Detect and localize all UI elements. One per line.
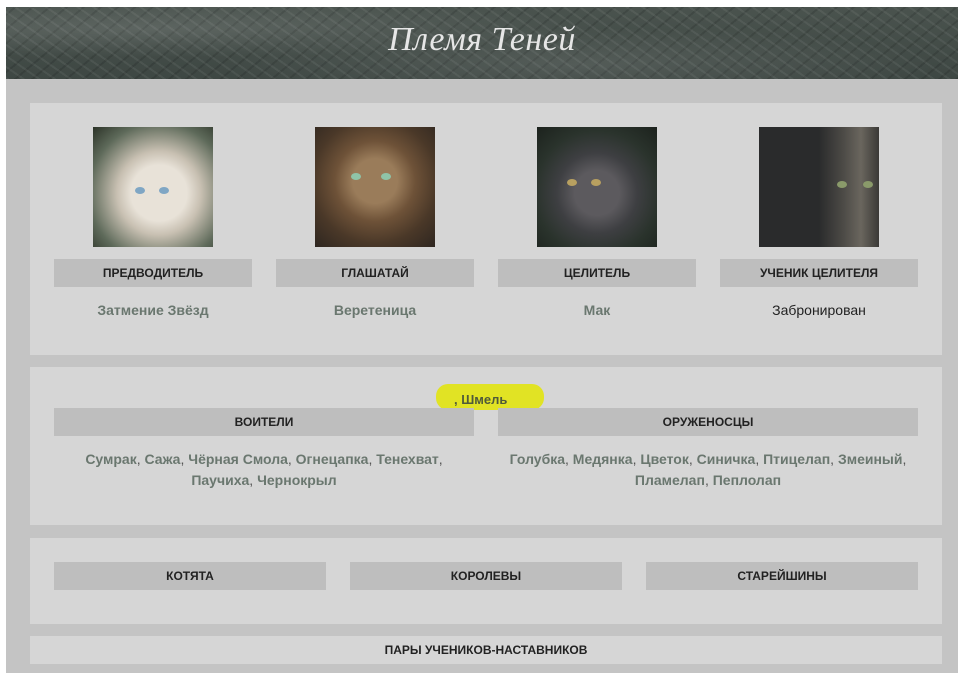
- warrior-link[interactable]: Тенехват: [376, 451, 439, 467]
- warrior-link[interactable]: Сажа: [145, 451, 181, 467]
- apprentice-link[interactable]: Цветок: [640, 451, 688, 467]
- pairs-panel: Пары учеников-наставников: [30, 636, 942, 664]
- apprentice-link[interactable]: Голубка: [510, 451, 565, 467]
- groups-panel: Котята Королевы Старейшины: [30, 538, 942, 624]
- warriors-list: Сумрак, Сажа, Чёрная Смола, Огнецапка, Т…: [85, 451, 443, 488]
- apprentice-link[interactable]: Синичка: [697, 451, 756, 467]
- apprentice-link[interactable]: Пеплолап: [713, 472, 781, 488]
- apprentices-list: Голубка, Медянка, Цветок, Синичка, Птице…: [509, 451, 907, 488]
- clan-header: Племя Теней: [6, 7, 958, 79]
- warriors-heading: Воители: [54, 408, 474, 436]
- bengal-cat-photo: [315, 127, 435, 247]
- kits-heading: Котята: [54, 562, 326, 590]
- role-label: Глашатай: [276, 259, 474, 287]
- apprentice-link[interactable]: Пламелап: [635, 472, 705, 488]
- apprentice-link[interactable]: Медянка: [573, 451, 633, 467]
- leaders-panel: Предводитель Затмение Звёзд Глашатай Вер…: [30, 103, 942, 355]
- page-frame: Племя Теней Предводитель Затмение Звёзд …: [6, 7, 958, 673]
- role-holder-link[interactable]: Мак: [498, 302, 696, 318]
- role-holder-link[interactable]: Затмение Звёзд: [54, 302, 252, 318]
- role-holder-link[interactable]: Веретеница: [276, 302, 474, 318]
- warrior-link[interactable]: Сумрак: [85, 451, 136, 467]
- highlighted-name[interactable]: , Шмель: [454, 392, 507, 407]
- apprentice-link[interactable]: Птицелап: [763, 451, 830, 467]
- mentor-pairs-heading: Пары учеников-наставников: [30, 636, 942, 664]
- ranks-panel: , Шмель Воители Оруженосцы Сумрак, Сажа,…: [30, 367, 942, 525]
- page-title: Племя Теней: [388, 21, 576, 58]
- shadow-cat-photo: [759, 127, 879, 247]
- warrior-link[interactable]: Чёрная Смола: [188, 451, 288, 467]
- elders-heading: Старейшины: [646, 562, 918, 590]
- apprentices-heading: Оруженосцы: [498, 408, 918, 436]
- apprentice-link[interactable]: Змеиный: [838, 451, 903, 467]
- role-label: Ученик целителя: [720, 259, 918, 287]
- warrior-link[interactable]: Паучиха: [191, 472, 249, 488]
- siamese-cat-photo: [93, 127, 213, 247]
- queens-heading: Королевы: [350, 562, 622, 590]
- role-label: Предводитель: [54, 259, 252, 287]
- warrior-link[interactable]: Огнецапка: [296, 451, 369, 467]
- dark-cat-photo: [537, 127, 657, 247]
- warrior-link[interactable]: Чернокрыл: [257, 472, 337, 488]
- role-label: Целитель: [498, 259, 696, 287]
- role-holder-status: Забронирован: [772, 302, 866, 318]
